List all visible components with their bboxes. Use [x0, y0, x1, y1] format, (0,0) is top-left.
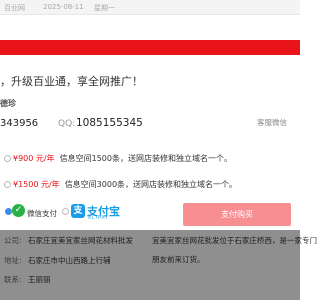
service-wechat-label: 客服微信	[257, 118, 287, 127]
plan-option-1500[interactable]: ¥1500 元/年 信息空间3000条，送网店装修和独立域名一个。	[4, 179, 237, 190]
plan-option-900[interactable]: ¥900 元/年 信息空间1500条，送网店装修和独立域名一个。	[4, 153, 232, 164]
pay-purchase-button[interactable]: 支付购买	[183, 203, 291, 226]
weekday-text: 星期一	[94, 4, 115, 12]
alipay-radio[interactable]	[62, 208, 69, 215]
date-text: 2025-08-11	[43, 3, 84, 11]
alipay-logo-subtext: ALIPAY	[88, 216, 109, 221]
plan-price: ¥1500 元/年	[13, 180, 60, 189]
radio-icon[interactable]	[4, 181, 11, 188]
wechat-pay-label[interactable]: 微信支付	[27, 208, 57, 219]
wechat-pay-radio[interactable]	[5, 208, 12, 215]
plan-price: ¥900 元/年	[13, 154, 55, 163]
phone-number: 343956	[0, 118, 39, 129]
top-info-bar: 百业网 2025-08-11 星期一	[0, 0, 300, 15]
upgrade-headline: ，升级百业通，享全网推广！	[0, 75, 143, 88]
plan-description: 信息空间1500条，送网店装修和独立域名一个。	[59, 154, 232, 163]
qq-number: 1085155345	[76, 117, 143, 129]
qq-label: QQ:	[58, 119, 76, 129]
modal-dim-overlay	[0, 230, 300, 300]
radio-icon[interactable]	[4, 155, 11, 162]
alipay-icon[interactable]: 支	[71, 204, 85, 218]
plan-description: 信息空间3000条，送网店装修和独立域名一个。	[64, 180, 238, 189]
site-name: 百业网	[4, 4, 25, 12]
wechat-pay-icon[interactable]: ✓	[12, 204, 25, 217]
contact-name: 德珍	[0, 99, 16, 108]
header-red-bar	[0, 40, 300, 55]
